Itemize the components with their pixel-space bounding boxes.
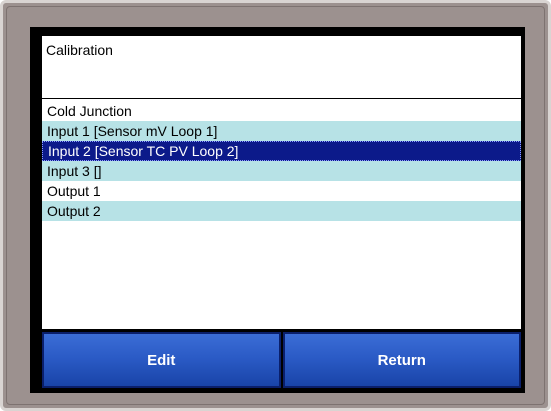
return-button[interactable]: Return bbox=[282, 332, 521, 388]
list-item-output-2[interactable]: Output 2 bbox=[42, 201, 521, 221]
calibration-list: Cold Junction Input 1 [Sensor mV Loop 1]… bbox=[42, 99, 521, 329]
list-item-output-1[interactable]: Output 1 bbox=[42, 181, 521, 201]
list-item-input-2[interactable]: Input 2 [Sensor TC PV Loop 2] bbox=[42, 141, 521, 161]
list-item-cold-junction[interactable]: Cold Junction bbox=[42, 101, 521, 121]
list-item-input-3[interactable]: Input 3 [] bbox=[42, 161, 521, 181]
button-bar: Edit Return bbox=[42, 332, 521, 388]
display-screen: Calibration Cold Junction Input 1 [Senso… bbox=[30, 27, 525, 393]
page-title: Calibration bbox=[46, 42, 113, 58]
title-panel: Calibration bbox=[42, 36, 521, 98]
edit-button[interactable]: Edit bbox=[42, 332, 281, 388]
list-item-input-1[interactable]: Input 1 [Sensor mV Loop 1] bbox=[42, 121, 521, 141]
